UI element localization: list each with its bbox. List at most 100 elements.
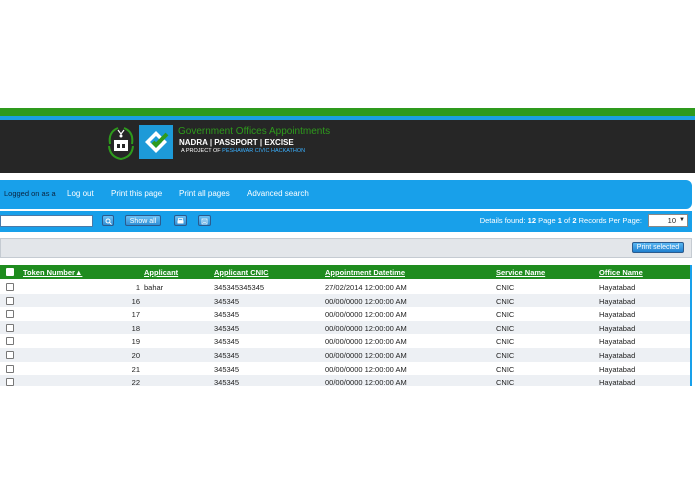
app-title: Government Offices Appointments bbox=[178, 126, 331, 137]
cell-service-name: CNIC bbox=[496, 296, 515, 306]
row-select-checkbox[interactable] bbox=[6, 283, 14, 291]
row-select-checkbox[interactable] bbox=[6, 296, 14, 305]
column-header-applicant-cnic[interactable]: Applicant CNIC bbox=[214, 268, 269, 277]
table-row[interactable]: 1 bahar 345345345345 27/02/2014 12:00:00 AM… bbox=[0, 280, 690, 294]
logout-link[interactable]: Log out bbox=[67, 189, 94, 198]
project-prefix: A PROJECT OF bbox=[181, 148, 221, 154]
cell-token-number: 1 bbox=[135, 283, 140, 292]
page-of-label: of bbox=[564, 216, 571, 225]
cell-applicant: bahar bbox=[144, 283, 164, 292]
export-button[interactable] bbox=[198, 215, 211, 226]
main-nav: Logged on as a Log out Print this page P… bbox=[0, 180, 692, 209]
row-select-checkbox[interactable] bbox=[6, 323, 14, 332]
government-emblem-icon bbox=[108, 127, 134, 161]
cell-appointment-datetime: 00/00/0000 12:00:00 AM bbox=[325, 351, 407, 360]
cell-office-name: Hayatabad bbox=[599, 323, 636, 333]
records-per-page-label: Records Per Page: bbox=[578, 216, 642, 225]
cell-appointment-datetime: 27/02/2014 12:00:00 AM bbox=[325, 283, 407, 292]
table-row[interactable]: 16 345345 00/00/0000 12:00:00 AM CNIC Hayata… bbox=[0, 293, 690, 308]
advanced-search-link[interactable]: Advanced search bbox=[247, 189, 309, 198]
cell-token-number: 21 bbox=[131, 364, 140, 374]
row-select-checkbox[interactable] bbox=[6, 337, 14, 346]
cell-applicant-cnic: 345345 bbox=[214, 323, 240, 333]
cell-token-number: 18 bbox=[131, 323, 140, 333]
search-input[interactable] bbox=[0, 215, 93, 227]
cell-token-number: 19 bbox=[131, 337, 140, 347]
print-selected-button[interactable]: Print selected bbox=[632, 242, 684, 253]
cell-appointment-datetime: 00/00/0000 12:00:00 AM bbox=[325, 378, 407, 386]
page-total[interactable]: 2 bbox=[572, 216, 576, 225]
row-select-checkbox[interactable] bbox=[6, 364, 14, 373]
print-all-link[interactable]: Print all pages bbox=[179, 189, 230, 198]
table-row[interactable]: 18 345345 00/00/0000 12:00:00 AM CNIC Hayata… bbox=[0, 320, 690, 335]
cell-applicant-cnic: 345345 bbox=[214, 296, 240, 306]
column-header-label: Token Number bbox=[23, 268, 75, 277]
sort-ascending-icon: ▲ bbox=[74, 268, 83, 277]
cell-appointment-datetime: 00/00/0000 12:00:00 AM bbox=[325, 323, 407, 333]
cell-appointment-datetime: 00/00/0000 12:00:00 AM bbox=[325, 337, 407, 347]
cell-appointment-datetime: 00/00/0000 12:00:00 AM bbox=[325, 364, 407, 374]
cell-service-name: CNIC bbox=[496, 337, 515, 347]
cell-office-name: Hayatabad bbox=[599, 310, 636, 320]
column-header-token-number[interactable]: Token Number▲ bbox=[23, 268, 82, 277]
cell-office-name: Hayatabad bbox=[599, 351, 636, 360]
cell-applicant-cnic: 345345 bbox=[214, 310, 240, 320]
pagination-details: Details found: 12 Page 1 of 2 Records Pe… bbox=[480, 216, 642, 225]
cell-applicant-cnic: 345345 bbox=[214, 351, 240, 360]
show-all-button[interactable]: Show all bbox=[125, 215, 161, 226]
appointments-table: Token Number▲ Applicant Applicant CNIC A… bbox=[0, 265, 692, 386]
site-header: Government Offices Appointments NADRA | … bbox=[0, 120, 695, 173]
search-button[interactable] bbox=[102, 215, 114, 226]
table-row[interactable]: 22 345345 00/00/0000 12:00:00 AM CNIC Hayata… bbox=[0, 375, 690, 386]
export-icon bbox=[201, 218, 208, 225]
magnifier-icon bbox=[105, 218, 112, 225]
row-select-checkbox[interactable] bbox=[6, 351, 14, 359]
print-button[interactable] bbox=[174, 215, 187, 226]
printer-icon bbox=[177, 218, 184, 224]
chevron-down-icon: ▼ bbox=[679, 217, 685, 223]
cell-appointment-datetime: 00/00/0000 12:00:00 AM bbox=[325, 296, 407, 306]
login-status: Logged on as a bbox=[4, 189, 56, 198]
app-subtitle: NADRA | PASSPORT | EXCISE bbox=[179, 138, 294, 147]
table-row[interactable]: 17 345345 00/00/0000 12:00:00 AM CNIC Hayata… bbox=[0, 307, 690, 321]
results-action-bar: Print selected bbox=[0, 238, 692, 258]
table-row[interactable]: 20 345345 00/00/0000 12:00:00 AM CNIC Hayata… bbox=[0, 348, 690, 362]
project-credit: A PROJECT OF PESHAWAR CIVIC HACKATHON bbox=[181, 148, 305, 154]
cell-applicant-cnic: 345345 bbox=[214, 378, 240, 386]
cell-token-number: 16 bbox=[131, 296, 140, 306]
details-count: 12 bbox=[527, 216, 537, 225]
cell-service-name: CNIC bbox=[496, 283, 515, 292]
cell-service-name: CNIC bbox=[496, 323, 515, 333]
table-row[interactable]: 21 345345 00/00/0000 12:00:00 AM CNIC Hayata… bbox=[0, 361, 690, 376]
row-select-checkbox[interactable] bbox=[6, 378, 14, 386]
row-select-checkbox[interactable] bbox=[6, 310, 14, 319]
cell-token-number: 20 bbox=[131, 351, 140, 360]
table-row[interactable]: 19 345345 00/00/0000 12:00:00 AM CNIC Hayata… bbox=[0, 334, 690, 348]
cell-applicant-cnic: 345345 bbox=[214, 364, 240, 374]
column-header-applicant[interactable]: Applicant bbox=[144, 268, 178, 277]
table-header-row: Token Number▲ Applicant Applicant CNIC A… bbox=[0, 265, 690, 279]
page-label: Page bbox=[538, 216, 556, 225]
print-page-link[interactable]: Print this page bbox=[111, 189, 162, 198]
project-name: PESHAWAR CIVIC HACKATHON bbox=[222, 148, 306, 154]
app-logo-icon bbox=[139, 125, 173, 159]
records-per-page-select[interactable]: 10 ▼ bbox=[648, 214, 688, 227]
cell-service-name: CNIC bbox=[496, 310, 515, 320]
cell-service-name: CNIC bbox=[496, 364, 515, 374]
cell-appointment-datetime: 00/00/0000 12:00:00 AM bbox=[325, 310, 407, 320]
cell-service-name: CNIC bbox=[496, 378, 515, 386]
records-per-page-value: 10 bbox=[667, 216, 676, 225]
cell-office-name: Hayatabad bbox=[599, 283, 636, 292]
top-green-stripe bbox=[0, 108, 695, 116]
column-header-service-name[interactable]: Service Name bbox=[496, 268, 545, 277]
page-current[interactable]: 1 bbox=[558, 216, 562, 225]
column-header-office-name[interactable]: Office Name bbox=[599, 268, 643, 277]
cell-office-name: Hayatabad bbox=[599, 378, 636, 386]
cell-applicant-cnic: 345345345345 bbox=[214, 283, 265, 292]
select-all-checkbox[interactable] bbox=[6, 268, 14, 276]
cell-token-number: 17 bbox=[131, 310, 140, 320]
cell-service-name: CNIC bbox=[496, 351, 515, 360]
column-header-appointment-datetime[interactable]: Appointment Datetime bbox=[325, 268, 405, 277]
details-label: Details found: bbox=[479, 216, 526, 225]
cell-token-number: 22 bbox=[131, 378, 140, 386]
